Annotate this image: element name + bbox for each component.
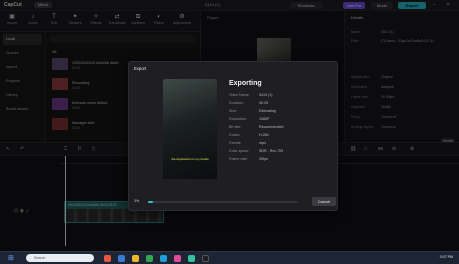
info-value: 00:25: [259, 101, 268, 105]
cancel-button[interactable]: Cancel: [312, 197, 336, 206]
taskbar-search-input[interactable]: Search: [26, 254, 94, 262]
export-dialog: Export the keyboard is in my hands Expor…: [128, 61, 338, 211]
export-info-row: Format: mp4: [229, 140, 329, 147]
export-info-row: Frame rate: 30fps: [229, 156, 329, 163]
export-info-row: Video Name: 0410 (1): [229, 92, 329, 99]
app-icon[interactable]: [174, 255, 181, 262]
browser-icon[interactable]: [160, 255, 167, 262]
progress-track: [148, 201, 298, 203]
export-preview: the keyboard is in my hands: [163, 79, 217, 179]
info-value: Estimating: [259, 109, 276, 113]
app-icon[interactable]: [104, 255, 111, 262]
export-info-row: Resolution: 1080P: [229, 116, 329, 123]
app-icon[interactable]: [188, 255, 195, 262]
dialog-title: Export: [134, 66, 147, 71]
info-key: Format:: [229, 141, 242, 145]
info-key: Video Name:: [229, 93, 250, 97]
export-info-row: Size: Estimating: [229, 108, 329, 115]
info-key: Duration:: [229, 101, 244, 105]
windows-start-icon[interactable]: ⊞: [8, 254, 14, 262]
app-icon[interactable]: [118, 255, 125, 262]
export-info-row: Bit rate: Recommended: [229, 124, 329, 131]
info-key: Size:: [229, 109, 237, 113]
app-icon[interactable]: [146, 255, 153, 262]
info-value: SDR - Rec.709: [259, 149, 284, 153]
info-value: mp4: [259, 141, 266, 145]
export-info-row: Duration: 00:25: [229, 100, 329, 107]
info-key: Frame rate:: [229, 157, 248, 161]
folder-icon[interactable]: [132, 255, 139, 262]
info-value: H.264: [259, 133, 269, 137]
exporting-heading: Exporting: [229, 80, 262, 87]
capcut-app: CapCut Menu 0410 (1) Shortcuts Join Pro …: [0, 0, 459, 264]
preview-caption: the keyboard is in my hands: [171, 157, 209, 161]
info-value: Recommended: [259, 125, 284, 129]
progress-percent: 3%: [134, 199, 140, 203]
progress-fill: [148, 201, 153, 203]
capcut-taskbar-icon[interactable]: [202, 255, 209, 262]
info-key: Resolution:: [229, 117, 247, 121]
export-progress: 3%: [134, 198, 304, 206]
export-info-row: Codec: H.264: [229, 132, 329, 139]
info-key: Codec:: [229, 133, 241, 137]
info-value: 0410 (1): [259, 93, 273, 97]
taskbar-clock: 3:07 PM: [439, 255, 453, 259]
info-key: Bit rate:: [229, 125, 242, 129]
info-value: 30fps: [259, 157, 268, 161]
info-key: Color space:: [229, 149, 250, 153]
export-info-row: Color space: SDR - Rec.709: [229, 148, 329, 155]
os-taskbar: ⊞ Search 3:07 PM: [0, 251, 459, 264]
info-value: 1080P: [259, 117, 270, 121]
